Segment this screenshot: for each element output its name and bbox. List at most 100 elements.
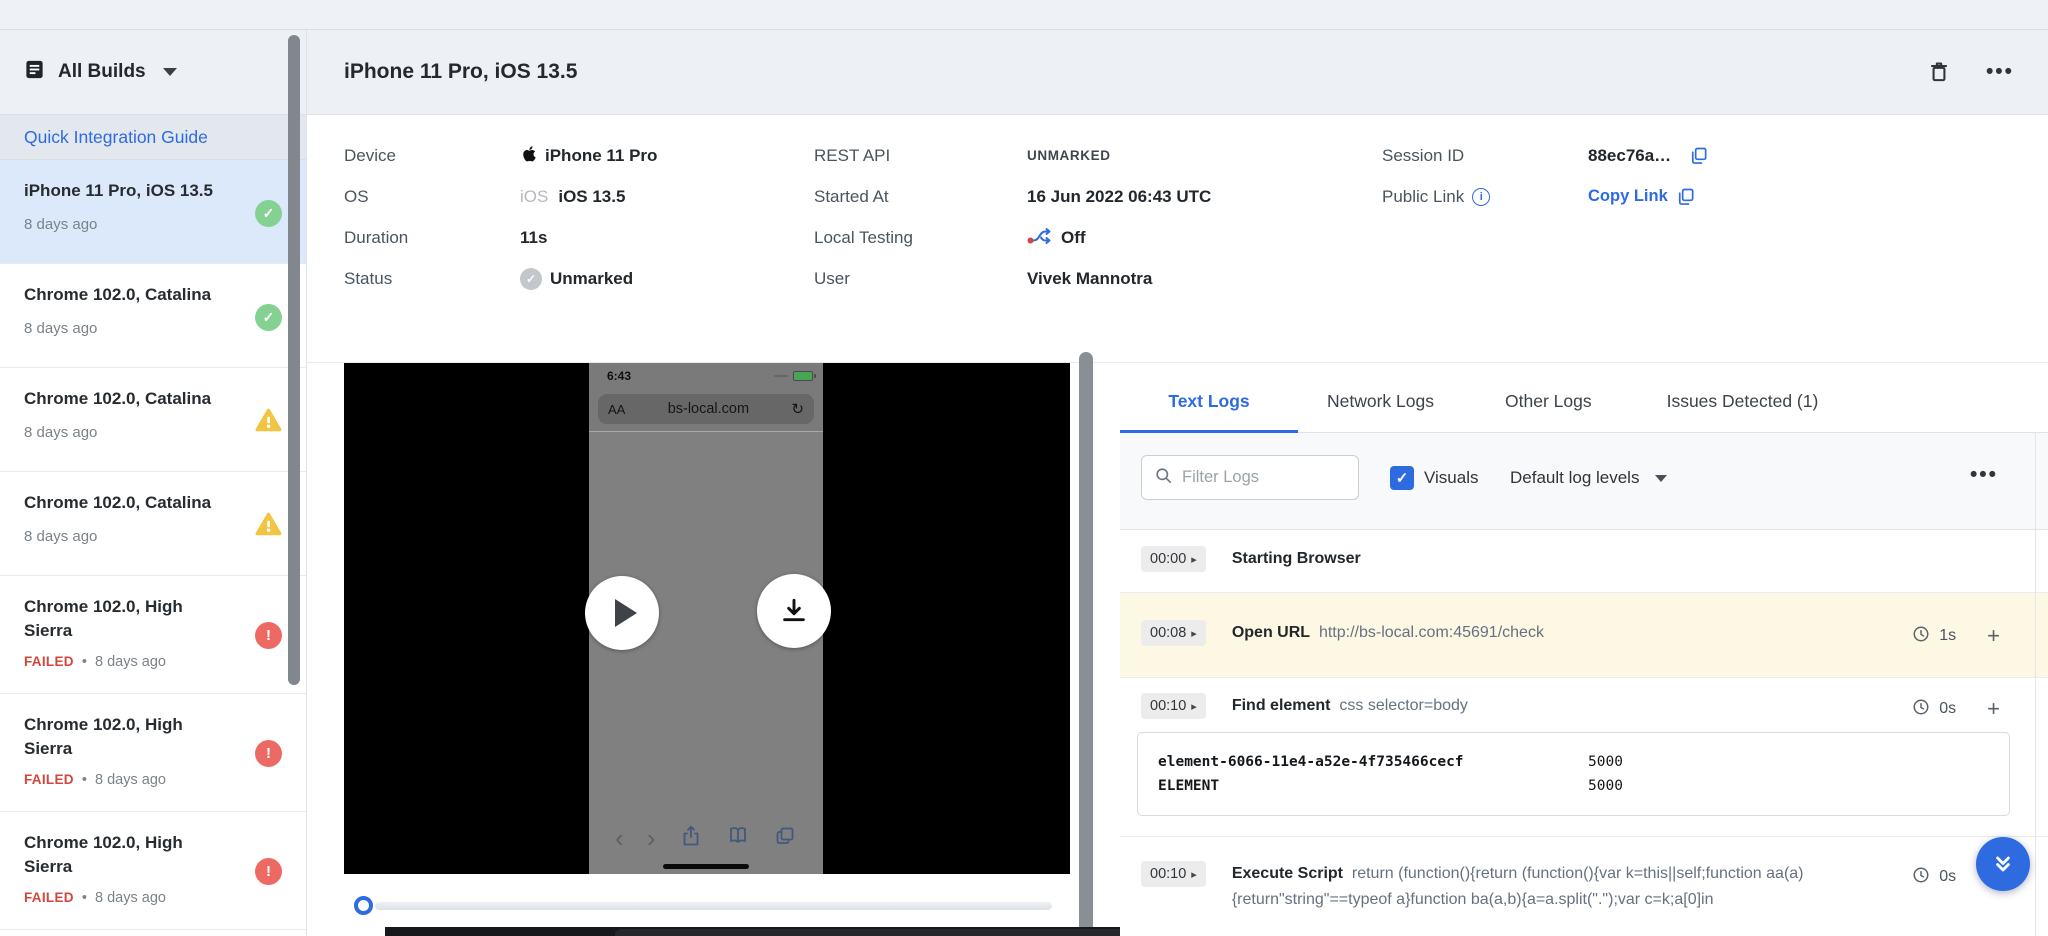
clock-icon	[1912, 866, 1930, 889]
logs-scrollbar-track[interactable]	[2035, 433, 2036, 936]
log-entries-list: 00:00▸ Starting Browser 00:08▸ Open URL …	[1120, 530, 2048, 936]
phone-status-bar: 6:43	[589, 363, 823, 389]
phone-clock: 6:43	[607, 369, 631, 383]
build-title: Chrome 102.0, Catalina	[24, 387, 226, 411]
download-video-button[interactable]	[757, 574, 831, 648]
build-item-highsierra-2[interactable]: Chrome 102.0, High Sierra FAILED • 8 day…	[0, 694, 306, 812]
scrubber-handle[interactable]	[354, 896, 373, 915]
passed-status-icon: ✓	[255, 304, 282, 331]
tab-text-logs[interactable]: Text Logs	[1120, 370, 1298, 433]
tab-network-logs[interactable]: Network Logs	[1327, 370, 1434, 433]
log-command: Open URL	[1232, 624, 1310, 641]
session-id-value: 88ec76a…	[1588, 135, 1709, 176]
play-video-button[interactable]	[585, 576, 659, 650]
build-item-catalina-1[interactable]: Chrome 102.0, Catalina 8 days ago ✓	[0, 264, 306, 368]
build-status-line: FAILED • 8 days ago	[24, 890, 306, 906]
session-video-player[interactable]: 6:43 AA bs-local.com ↻ ‹ ›	[344, 363, 1070, 874]
build-status-line: FAILED • 8 days ago	[24, 654, 306, 670]
delete-session-button[interactable]	[1926, 59, 1952, 85]
passed-status-icon: ✓	[255, 200, 282, 227]
unmarked-status-icon: ✓	[520, 268, 542, 290]
failed-status-icon: !	[255, 622, 282, 649]
expand-play-icon: ▸	[1191, 868, 1197, 881]
clock-icon	[1912, 698, 1930, 721]
user-label: User	[814, 258, 913, 299]
video-scrubber[interactable]	[354, 896, 1054, 916]
tab-other-logs[interactable]: Other Logs	[1505, 370, 1592, 433]
scrubber-track[interactable]	[375, 902, 1052, 910]
copy-session-id-button[interactable]	[1689, 146, 1709, 166]
duration-value: 11s	[520, 217, 657, 258]
build-item-catalina-3[interactable]: Chrome 102.0, Catalina 8 days ago	[0, 472, 306, 576]
log-command: Execute Script	[1232, 865, 1343, 882]
build-title: iPhone 11 Pro, iOS 13.5	[24, 179, 226, 203]
logs-filter-bar: ✓ Visuals Default log levels •••	[1120, 433, 2048, 530]
document-icon	[24, 59, 45, 85]
log-result-block: element-6066-11e4-a52e-4f735466cecf 5000…	[1137, 732, 2010, 816]
signal-dots-icon	[774, 375, 788, 377]
chevron-down-icon	[163, 68, 177, 76]
info-icon[interactable]: i	[1472, 188, 1490, 206]
session-overflow-menu-button[interactable]: •••	[1986, 60, 2014, 84]
forward-icon: ›	[647, 825, 656, 851]
builds-sidebar: All Builds Quick Integration Guide iPhon…	[0, 30, 307, 936]
log-timestamp-badge[interactable]: 00:08▸	[1141, 620, 1206, 646]
log-argument: http://bs-local.com:45691/check	[1319, 624, 1544, 641]
share-icon	[679, 824, 703, 853]
clock-icon	[1912, 625, 1930, 648]
log-levels-dropdown[interactable]: Default log levels	[1510, 468, 1667, 488]
result-key: ELEMENT	[1158, 774, 1588, 798]
quick-integration-guide-link[interactable]: Quick Integration Guide	[0, 115, 306, 160]
meta-values-col2: UNMARKED 16 Jun 2022 06:43 UTC Off Vivek…	[1027, 135, 1211, 299]
log-duration: 0s	[1939, 868, 1956, 886]
build-title: Chrome 102.0, High Sierra	[24, 713, 226, 761]
log-timestamp-badge[interactable]: 00:10▸	[1141, 861, 1206, 887]
rest-api-label: REST API	[814, 135, 913, 176]
warning-status-icon	[255, 510, 282, 537]
log-argument: css selector=body	[1339, 697, 1468, 714]
log-command: Starting Browser	[1232, 550, 1361, 567]
session-detail-panel: iPhone 11 Pro, iOS 13.5 ••• Device OS Du…	[307, 30, 2048, 936]
result-value: 5000	[1588, 774, 1623, 798]
expand-play-icon: ▸	[1191, 553, 1197, 566]
tab-issues-detected[interactable]: Issues Detected (1)	[1667, 370, 1819, 433]
builds-filter-dropdown[interactable]: All Builds	[0, 30, 306, 115]
log-entry[interactable]: 00:10▸ Find element css selector=body 0s…	[1120, 678, 2048, 837]
local-testing-value: Off	[1027, 217, 1211, 258]
build-item-highsierra-3[interactable]: Chrome 102.0, High Sierra FAILED • 8 day…	[0, 812, 306, 930]
battery-icon	[793, 371, 813, 381]
filter-logs-input[interactable]	[1182, 468, 1332, 487]
copy-public-link[interactable]: Copy Link	[1588, 187, 1696, 207]
log-entry[interactable]: 00:00▸ Starting Browser	[1120, 530, 2048, 593]
duration-label: Duration	[344, 217, 408, 258]
status-label: Status	[344, 258, 408, 299]
build-item-iphone[interactable]: iPhone 11 Pro, iOS 13.5 8 days ago ✓	[0, 160, 306, 264]
scroll-to-bottom-button[interactable]	[1976, 837, 2030, 891]
meta-labels-col2: REST API Started At Local Testing User	[814, 135, 913, 299]
expand-log-button[interactable]: +	[1987, 696, 2000, 722]
tabs-icon	[773, 824, 797, 853]
phone-browser-toolbar: ‹ ›	[589, 816, 823, 860]
log-entry[interactable]: 00:10▸ Execute Script return (function()…	[1120, 837, 2048, 936]
log-entry-highlighted[interactable]: 00:08▸ Open URL http://bs-local.com:4569…	[1120, 593, 2048, 678]
builds-filter-label: All Builds	[58, 61, 146, 83]
logs-overflow-menu-button[interactable]: •••	[1970, 463, 1998, 487]
meta-values-col3: 88ec76a… Copy Link	[1588, 135, 1709, 217]
expand-log-button[interactable]: +	[1987, 623, 2000, 649]
build-item-catalina-2[interactable]: Chrome 102.0, Catalina 8 days ago	[0, 368, 306, 472]
main-scrollbar[interactable]	[1079, 352, 1093, 936]
search-icon	[1154, 466, 1173, 490]
os-value: iOS iOS 13.5	[520, 176, 657, 217]
visuals-checkbox[interactable]: ✓	[1390, 466, 1414, 490]
session-id-label: Session ID	[1382, 135, 1490, 176]
log-timestamp-badge[interactable]: 00:10▸	[1141, 693, 1206, 719]
failed-status-icon: !	[255, 858, 282, 885]
filter-logs-field[interactable]	[1141, 455, 1359, 500]
build-item-highsierra-1[interactable]: Chrome 102.0, High Sierra FAILED • 8 day…	[0, 576, 306, 694]
session-metadata: Device OS Duration Status iPhone 11 Pro …	[307, 115, 2048, 363]
log-timestamp-badge[interactable]: 00:00▸	[1141, 546, 1206, 572]
result-key: element-6066-11e4-a52e-4f735466cecf	[1158, 750, 1588, 774]
apple-icon	[520, 143, 537, 168]
logs-panel: Text Logs Network Logs Other Logs Issues…	[1120, 370, 2048, 936]
sidebar-scrollbar[interactable]	[288, 35, 300, 685]
